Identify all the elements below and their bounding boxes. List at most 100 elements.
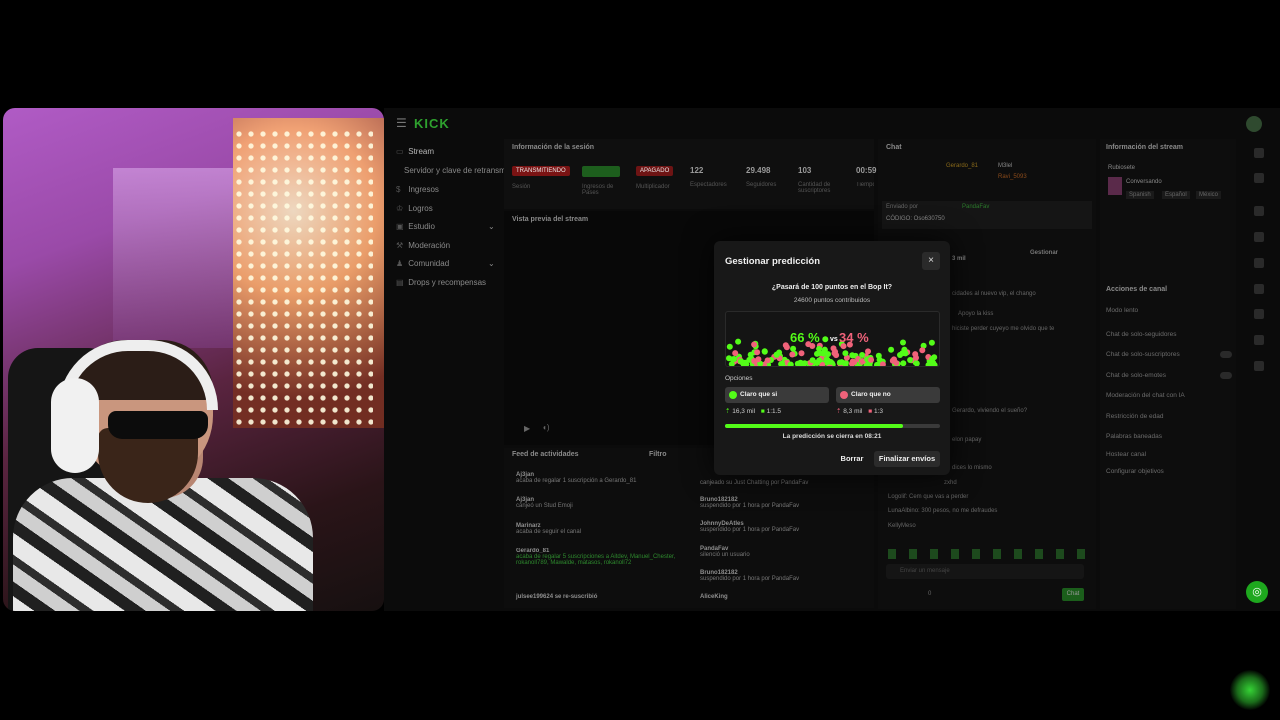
feed-item: canjeado su Just Chatting por PandaFav (700, 480, 870, 486)
prediction-ball (825, 351, 831, 358)
close-button[interactable]: × (922, 252, 940, 270)
chat-title: Chat (886, 144, 902, 151)
sidebar-item-server-key[interactable]: Servidor y clave de retransm (404, 166, 509, 175)
prediction-ball (726, 343, 733, 350)
prediction-ball (928, 339, 935, 346)
action-configure-goals[interactable]: Configurar objetivos (1106, 468, 1164, 475)
subs-count: 103 (798, 166, 812, 175)
people-icon: ♟ (396, 259, 404, 268)
chat-input[interactable]: Enviar un mensaje (886, 564, 1084, 579)
pinned-message: Enviado por PandaFav CÓDIGO: Oso630750 (882, 201, 1092, 229)
top-user: Gerardo_81 (946, 163, 979, 169)
prediction-ball (900, 339, 906, 346)
feed-text: suspendido por 1 hora por PandaFav (700, 503, 800, 509)
emote-bar[interactable] (888, 549, 1088, 559)
green-glow-decoration (1230, 670, 1270, 710)
grid-icon[interactable] (1254, 206, 1264, 216)
option-yes-label: Claro que si (740, 391, 778, 398)
uptime: 00:59 (856, 166, 877, 175)
prediction-ball (778, 361, 785, 366)
points-icon: ⇡ (836, 408, 842, 415)
chart-icon[interactable] (1254, 232, 1264, 242)
play-icon[interactable]: ▶ (524, 424, 530, 433)
feed-text: silenció un usuario (700, 552, 750, 558)
stat-label: Espectadores (690, 182, 727, 188)
chat-message: dices lo mismo (952, 465, 992, 471)
chat-send-button[interactable]: Chat (1062, 588, 1084, 601)
sidebar-item-label: Drops y recompensas (408, 278, 487, 287)
finish-submissions-button[interactable]: Finalizar envíos (874, 451, 940, 467)
sliders-icon[interactable] (1254, 309, 1264, 319)
tools-icon[interactable] (1254, 361, 1264, 371)
toggle-emotes-only[interactable] (1220, 372, 1232, 379)
chevron-down-icon: ⌄ (488, 259, 495, 268)
prediction-ball (907, 357, 914, 363)
support-chat-button[interactable]: ◎ (1246, 581, 1268, 603)
sidebar-item-logros[interactable]: ♔ Logros (396, 204, 506, 213)
toggle-subs-only[interactable] (1220, 351, 1232, 358)
feed-text: canjeado su Just Chatting por PandaFav (700, 480, 809, 486)
feed-user: julsee199624 se re-suscribió (516, 594, 598, 600)
prediction-amount: 3 mil (952, 256, 966, 262)
chat-input-placeholder: Enviar un mensaje (900, 568, 950, 574)
option-no-label: Claro que no (851, 391, 891, 398)
session-info-panel: Información de la sesión TRANSMITIENDO A… (504, 139, 877, 209)
manage-prediction-button[interactable]: Gestionar (1030, 250, 1058, 256)
option-yes-button[interactable]: Claro que si (725, 387, 829, 403)
prediction-ball (930, 359, 937, 366)
volume-icon[interactable]: ◖) (542, 423, 550, 432)
doc-icon[interactable] (1254, 258, 1264, 268)
action-ai-moderation[interactable]: Moderación del chat con IA (1106, 392, 1185, 399)
info-icon[interactable] (1254, 148, 1264, 158)
channel-actions-title: Acciones de canal (1106, 286, 1168, 293)
sidebar-item-comunidad[interactable]: ♟ Comunidad ⌄ (396, 259, 506, 268)
layout-icon[interactable] (1254, 335, 1264, 345)
sidebar-item-ingresos[interactable]: $ Ingresos (396, 185, 506, 194)
live-badge: TRANSMITIENDO (512, 166, 570, 176)
prediction-ball (868, 356, 875, 363)
manage-prediction-modal: Gestionar predicción × ¿Pasará de 100 pu… (714, 241, 950, 475)
points-icon: ⇡ (725, 408, 731, 415)
prediction-ball (794, 360, 801, 366)
action-followers-only[interactable]: Chat de solo-seguidores (1106, 331, 1176, 338)
stat-label: Seguidores (746, 182, 777, 188)
edit-icon[interactable] (1254, 173, 1264, 183)
prediction-ball (783, 344, 790, 351)
menu-icon[interactable]: ☰ (396, 116, 407, 130)
sidebar-item-estudio[interactable]: ▣ Estudio ⌄ (396, 222, 506, 231)
dollar-icon: $ (396, 185, 401, 194)
action-host-channel[interactable]: Hostear canal (1106, 451, 1146, 458)
tag: Español (1162, 191, 1190, 199)
action-emotes-only[interactable]: Chat de solo-emotes (1106, 372, 1166, 379)
feed-title: Feed de actividades (512, 451, 579, 458)
action-subs-only[interactable]: Chat de solo-suscriptores (1106, 351, 1180, 358)
tag: Spanish (1126, 191, 1154, 199)
stat-label: Sesión (512, 184, 531, 190)
stream-icon: ▭ (396, 147, 404, 156)
prediction-ball (822, 336, 829, 343)
session-info-title: Información de la sesión (512, 144, 595, 151)
chat-count: 0 (928, 591, 932, 597)
feed-filter-button[interactable]: Filtro (649, 451, 667, 458)
stream-info-title: Información del stream (1106, 144, 1184, 151)
sidebar-item-stream[interactable]: ▭ Stream (396, 147, 506, 156)
option-no-dot (840, 391, 848, 399)
option-no-button[interactable]: Claro que no (836, 387, 940, 403)
stream-info-panel: Información del stream Rubiosete Convers… (1100, 139, 1236, 609)
action-banned-words[interactable]: Palabras baneadas (1106, 433, 1162, 440)
sidebar-item-moderacion[interactable]: ⚒ Moderación (396, 241, 506, 250)
chevron-down-icon: ⌄ (488, 222, 495, 231)
options-label: Opciones (725, 375, 753, 382)
gift-icon: ▤ (396, 278, 404, 287)
user-avatar[interactable] (1246, 116, 1262, 132)
message-icon[interactable] (1254, 284, 1264, 294)
right-icon-rail (1254, 148, 1270, 408)
delete-button[interactable]: Borrar (836, 451, 868, 467)
sidebar-item-drops[interactable]: ▤ Drops y recompensas (396, 278, 506, 287)
kick-logo[interactable]: KICK (414, 116, 450, 131)
action-slow-mode[interactable]: Modo lento (1106, 307, 1138, 314)
action-age-restriction[interactable]: Restricción de edad (1106, 413, 1163, 420)
prediction-visual: 66 % vs 34 % (725, 311, 940, 367)
trophy-icon: ♔ (396, 204, 404, 213)
pinned-user: PandaFav (962, 204, 990, 210)
